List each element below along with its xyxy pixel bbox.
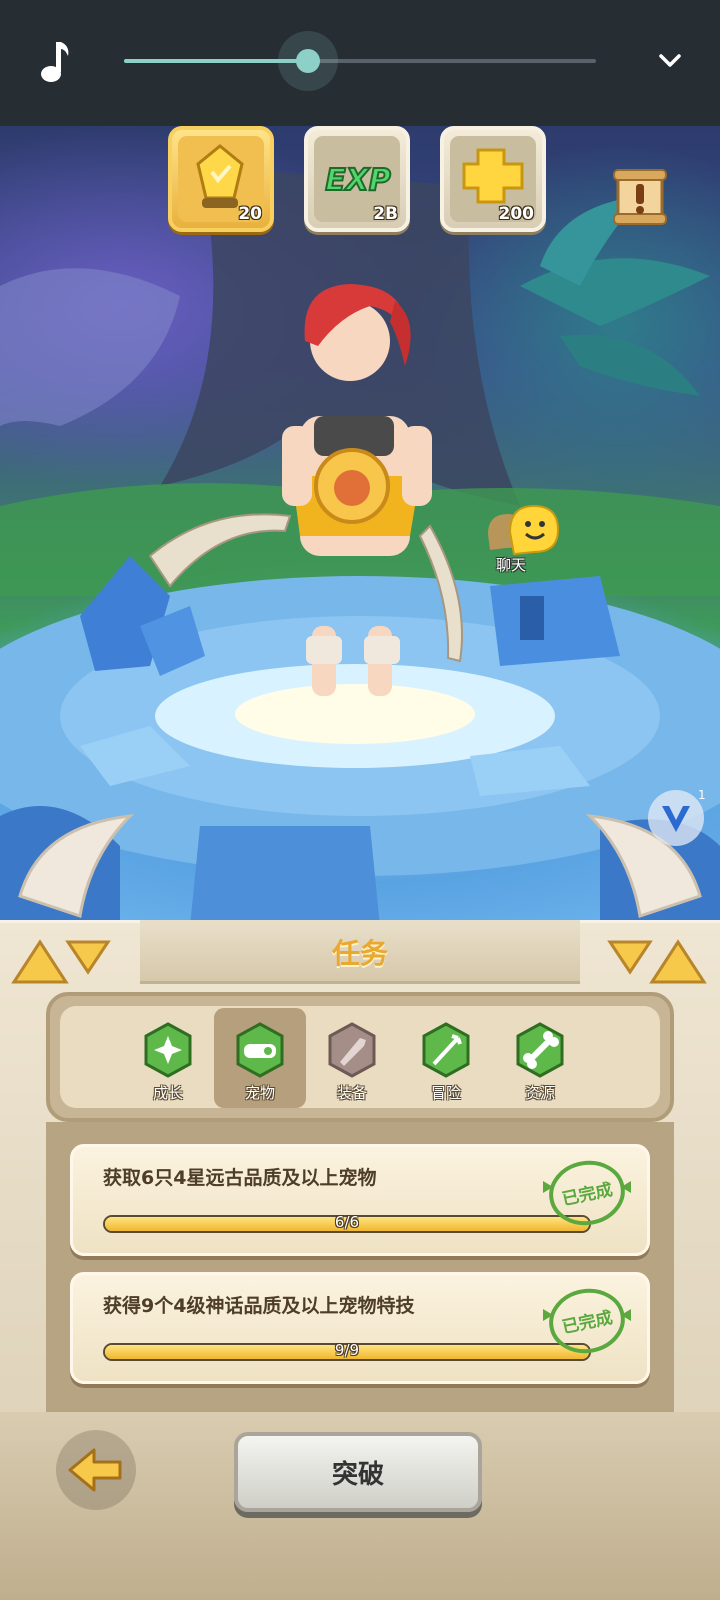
music-progress-slider[interactable]	[124, 31, 596, 91]
stamp-text: 已完成	[560, 1307, 614, 1338]
game-scene: 20 EXP 2B 200 聊天 1	[0, 126, 720, 936]
task-title: 获得9个4级神话品质及以上宠物特技	[103, 1295, 415, 1317]
mission-panel: 任务 成长 宠物 装备 冒险 资源 获取6只4星远古品质及以上宠物 6/6 已完…	[0, 900, 720, 1600]
tab-pet-label: 宠物	[244, 1084, 275, 1102]
tab-adventure[interactable]: 冒险	[400, 1008, 492, 1108]
back-arrow-icon	[68, 1448, 122, 1492]
slider-thumb[interactable]	[296, 49, 321, 73]
breakthrough-label: 突破	[331, 1460, 384, 1490]
task-title: 获取6只4星远古品质及以上宠物	[103, 1167, 377, 1189]
tab-equipment[interactable]: 装备	[306, 1008, 398, 1108]
collapse-arrows-left[interactable]	[8, 934, 112, 990]
collapse-arrows-right[interactable]	[606, 934, 710, 990]
breakthrough-button[interactable]: 突破	[234, 1432, 482, 1512]
scene-backdrop	[0, 166, 720, 936]
tab-growth[interactable]: 成长	[122, 1008, 214, 1108]
resource-slot-exp[interactable]: EXP 2B	[304, 126, 410, 232]
v-logo-icon	[662, 806, 690, 832]
completed-stamp-icon: 已完成	[543, 1288, 631, 1354]
chevron-down-icon[interactable]	[656, 46, 684, 74]
tab-resource-label: 资源	[524, 1084, 555, 1102]
task-progress-text: 9/9	[334, 1341, 360, 1359]
adventure-icon	[422, 1022, 470, 1078]
tab-pet[interactable]: 宠物	[214, 1008, 306, 1108]
tab-resource[interactable]: 资源	[494, 1008, 586, 1108]
pet-icon	[236, 1022, 284, 1078]
chat-label[interactable]: 聊天	[496, 554, 526, 575]
completed-stamp-icon: 已完成	[543, 1160, 631, 1226]
media-control-bar	[0, 0, 720, 126]
svg-text:EXP: EXP	[325, 163, 391, 198]
tab-equipment-label: 装备	[336, 1084, 367, 1102]
task-item[interactable]: 获取6只4星远古品质及以上宠物 6/6 已完成	[70, 1144, 650, 1256]
exp-count: 2B	[373, 204, 398, 224]
tab-growth-label: 成长	[152, 1084, 183, 1102]
back-button[interactable]	[56, 1430, 136, 1510]
tab-adventure-label: 冒险	[430, 1084, 461, 1102]
equipment-icon	[328, 1022, 376, 1078]
resource-slot-puzzle[interactable]: 200	[440, 126, 546, 232]
v-badge-button[interactable]	[648, 790, 704, 846]
v-badge-count: 1	[698, 788, 706, 802]
resource-bone-icon	[516, 1022, 564, 1078]
crystal-count: 20	[238, 204, 262, 224]
task-item[interactable]: 获得9个4级神话品质及以上宠物特技 9/9 已完成	[70, 1272, 650, 1384]
puzzle-count: 200	[498, 204, 535, 224]
resource-slot-crystal[interactable]: 20	[168, 126, 274, 232]
music-note-icon[interactable]	[38, 40, 72, 84]
growth-icon	[144, 1022, 192, 1078]
task-progress-text: 6/6	[334, 1213, 360, 1231]
stamp-text: 已完成	[560, 1179, 614, 1210]
exp-icon: EXP	[324, 162, 392, 199]
notice-scroll-icon[interactable]	[612, 168, 668, 226]
gold-puzzle-icon	[462, 148, 524, 204]
